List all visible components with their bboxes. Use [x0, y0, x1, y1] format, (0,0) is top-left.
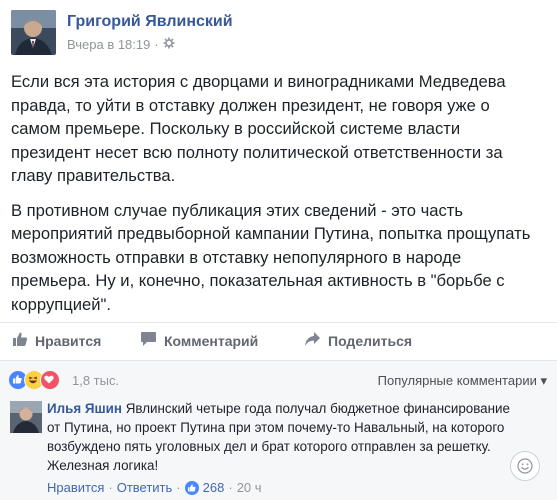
share-button[interactable]: Поделиться	[304, 331, 412, 350]
share-label: Поделиться	[328, 332, 413, 349]
love-reaction-icon	[40, 370, 60, 390]
post-timestamp[interactable]: Вчера в 18:19	[67, 37, 150, 52]
post-actions-bar: Нравится Комментарий Поделиться	[0, 322, 557, 357]
footer-dot: ·	[108, 480, 113, 495]
post-paragraph: В противном случае публикация этих сведе…	[11, 200, 531, 314]
privacy-settings-icon[interactable]	[163, 37, 175, 52]
author-avatar[interactable]	[11, 10, 56, 55]
meta-separator: ·	[154, 37, 159, 52]
comment-like-link[interactable]: Нравится	[47, 480, 104, 495]
post-header: Григорий Явлинский Вчера в 18:19 ·	[0, 0, 557, 66]
reactions-bar: 1,8 тыс. Популярные комментарии ▾	[0, 360, 557, 395]
comment-footer: Нравится · Ответить · 268 · 20 ч	[47, 480, 262, 495]
share-arrow-icon	[304, 331, 321, 350]
thumbs-up-icon	[12, 331, 28, 350]
reaction-count[interactable]: 1,8 тыс.	[72, 373, 119, 388]
commenter-avatar[interactable]	[10, 401, 42, 433]
like-label: Нравится	[35, 332, 102, 349]
post-author-name[interactable]: Григорий Явлинский	[67, 13, 233, 31]
comment-like-count[interactable]: 268	[203, 480, 225, 495]
comment-sort-dropdown[interactable]: Популярные комментарии ▾	[378, 373, 547, 389]
comment-label: Комментарий	[164, 332, 259, 349]
like-badge-icon	[184, 480, 199, 495]
post-meta: Вчера в 18:19 ·	[67, 37, 175, 52]
like-button[interactable]: Нравится	[12, 331, 101, 350]
post-paragraph: Если вся эта история с дворцами и виногр…	[11, 72, 506, 185]
chevron-down-icon: ▾	[540, 373, 547, 388]
commenter-name[interactable]: Илья Яшин	[47, 401, 122, 416]
post-body: Если вся эта история с дворцами и виногр…	[11, 70, 541, 327]
footer-dot: ·	[228, 480, 233, 495]
sort-label: Популярные комментарии	[377, 373, 537, 388]
comment-button[interactable]: Комментарий	[140, 331, 258, 350]
comment-bubble-icon	[140, 331, 157, 350]
emoji-smiley-icon[interactable]	[510, 451, 540, 481]
comment-age[interactable]: 20 ч	[237, 480, 262, 495]
footer-dot: ·	[176, 480, 181, 495]
comment-body: Илья Яшин Явлинский четыре года получал …	[47, 399, 517, 475]
reaction-icons[interactable]	[8, 370, 60, 390]
comment-reply-link[interactable]: Ответить	[117, 480, 173, 495]
comment-section: Илья Яшин Явлинский четыре года получал …	[0, 394, 557, 500]
